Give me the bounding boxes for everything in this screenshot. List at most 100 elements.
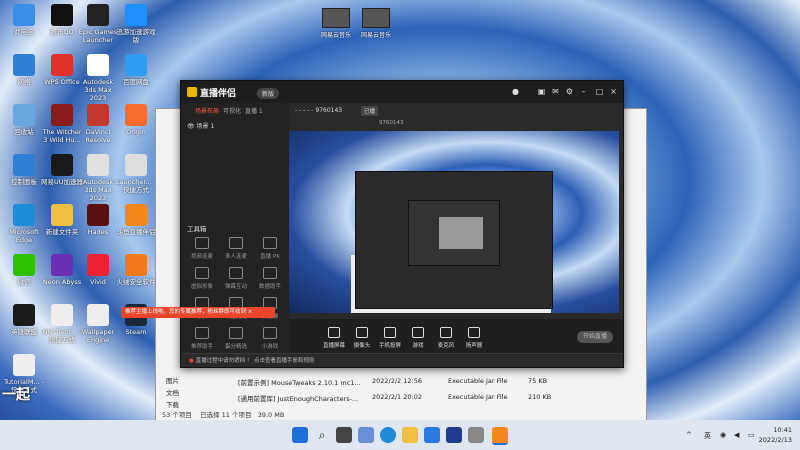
desktop-icon[interactable]: Origin [114,104,158,136]
tool-item[interactable]: 推荐助手 [185,327,219,350]
taskbar: ⌕ ^ 英 ◉ ◀ ▭ 10:41 2022/2/13 [0,420,800,450]
room-info-bar: - - - - - 9760143 已播 9760143 [289,103,623,131]
minecraft-icon[interactable] [468,427,484,443]
sidebar-item-downloads[interactable]: 下载 [166,399,179,409]
gift-icon[interactable]: ▣ [537,87,546,96]
app-icon [13,254,35,276]
tab-live[interactable]: 直播 1 [245,106,263,115]
tool-item[interactable]: 直播 PK [253,237,287,260]
sidebar-item-pictures[interactable]: 图片 [166,375,179,385]
source-icon [440,327,452,338]
desktop-icon[interactable]: 斗鱼直播伴侣 [114,204,158,236]
tool-item[interactable]: 视频连麦 [185,237,219,260]
bottom-button[interactable]: 扬声器 [459,327,489,349]
bottom-button[interactable]: 直播屏幕 [319,327,349,349]
tool-item[interactable]: 小游戏 [253,327,287,350]
task-view-icon[interactable] [336,427,352,443]
preview-app-nested-2 [439,217,483,249]
battery-icon[interactable]: ▭ [748,431,755,439]
tab-visual[interactable]: 可视化 [223,106,241,115]
tool-icon [195,327,209,339]
stream-preview[interactable] [289,131,619,313]
minimize-icon[interactable]: – [579,87,588,96]
tool-icon [263,327,277,339]
source-icon [356,327,368,338]
app-icon [87,154,109,176]
room-tag[interactable]: 已播 [361,106,379,116]
volume-icon[interactable]: ◀ [734,431,739,439]
tool-item[interactable]: 数据助手 [253,267,287,290]
settings-icon[interactable]: ⚙ [565,87,574,96]
app-logo: 直播伴侣 [187,86,236,99]
desktop-icon[interactable]: 火绒安全软件 [114,254,158,286]
table-row[interactable]: [通用前置库] JustEnoughCharacters-... 2022/2/… [238,391,638,403]
streaming-app-window[interactable]: 直播伴侣 新版 ● ▣ ✉ ⚙ – □ × 场景布局 可视化 直播 1 👁 场景… [180,80,624,368]
tab-scene-layout[interactable]: 场景布局 [195,106,219,115]
recommend-tooltip[interactable]: 推荐主播上线啦，您的专属推荐，粉丝群即可收到 × [121,307,275,318]
desktop-icon[interactable]: Launcher... - 快捷方式 [114,154,158,194]
preview-app [355,171,553,309]
app-icon [13,104,35,126]
close-icon[interactable]: × [609,87,618,96]
preview-app-nested [408,200,500,266]
app-icon-p[interactable] [446,427,462,443]
tool-item[interactable]: 弹幕互动 [219,267,253,290]
toolbox-header: 工具箱 [187,225,207,233]
search-icon[interactable]: ⌕ [314,427,330,443]
desktop-icon[interactable]: 百度网盘 [114,54,158,86]
app-icon [13,354,35,376]
scene-item[interactable]: 👁 场景 1 [187,121,214,130]
folder-icon[interactable] [402,427,418,443]
app-icon [125,254,147,276]
streaming-app-taskbar-icon[interactable] [492,427,508,445]
bottom-button[interactable]: 摄像头 [347,327,377,349]
bottom-button[interactable]: 游戏 [403,327,433,349]
bottom-button[interactable]: 手机投屏 [375,327,405,349]
network-icon[interactable]: ◉ [720,431,726,439]
app-icon [87,104,109,126]
app-icon [125,204,147,226]
app-icon [13,154,35,176]
start-live-button[interactable]: 开始直播 [577,331,613,343]
store-icon[interactable] [424,427,440,443]
widgets-icon[interactable] [358,427,374,443]
app-icon [13,304,35,326]
tool-icon [229,267,243,279]
edge-icon[interactable] [380,427,396,443]
start-icon[interactable] [292,427,308,443]
tool-icon [195,237,209,249]
title-bar[interactable]: 直播伴侣 新版 ● ▣ ✉ ⚙ – □ × [181,81,623,103]
ime-indicator[interactable]: 英 [704,431,711,441]
desktop-icon-top-1[interactable]: 网易云音乐 [316,8,356,39]
sidebar-item-documents[interactable]: 文档 [166,387,179,397]
app-icon [87,254,109,276]
tool-icon [263,267,277,279]
status-bar: 53 个项目 已选择 11 个项目 39.0 MB [162,411,285,419]
app-icon [87,4,109,26]
app-icon [125,104,147,126]
tool-item[interactable]: 多人连麦 [219,237,253,260]
app-icon [51,154,73,176]
tool-icon [229,327,243,339]
app-icon [51,254,73,276]
tool-item[interactable]: 蛋分精选 [219,327,253,350]
chevron-up-icon[interactable]: ^ [686,431,692,439]
room-line: 9760143 [379,120,404,126]
app-icon [125,154,147,176]
avatar[interactable]: ● [511,87,520,96]
tool-icon [229,237,243,249]
notice-bar: ● 直播过程中请勿遮挡 ！ 点击查看直播手册和规则 [181,353,623,367]
clock[interactable]: 10:41 2022/2/13 [759,425,792,445]
table-row[interactable]: [前置示例] MouseTweaks 2.10.1 mc1... 2022/2/… [238,375,638,387]
desktop-icon-top-2[interactable]: 网易云音乐 [356,8,396,39]
desktop-icon[interactable]: 迅游加速游戏版 [114,4,158,44]
maximize-icon[interactable]: □ [595,87,604,96]
bottom-button[interactable]: 麦克风 [431,327,461,349]
room-id: - - - - - 9760143 [295,107,343,114]
tool-item[interactable]: 虚拟形象 [185,267,219,290]
version-badge[interactable]: 新版 [257,88,280,99]
app-logo-icon [187,87,197,97]
app-icon [51,104,73,126]
mail-icon[interactable]: ✉ [551,87,560,96]
tool-icon [195,267,209,279]
